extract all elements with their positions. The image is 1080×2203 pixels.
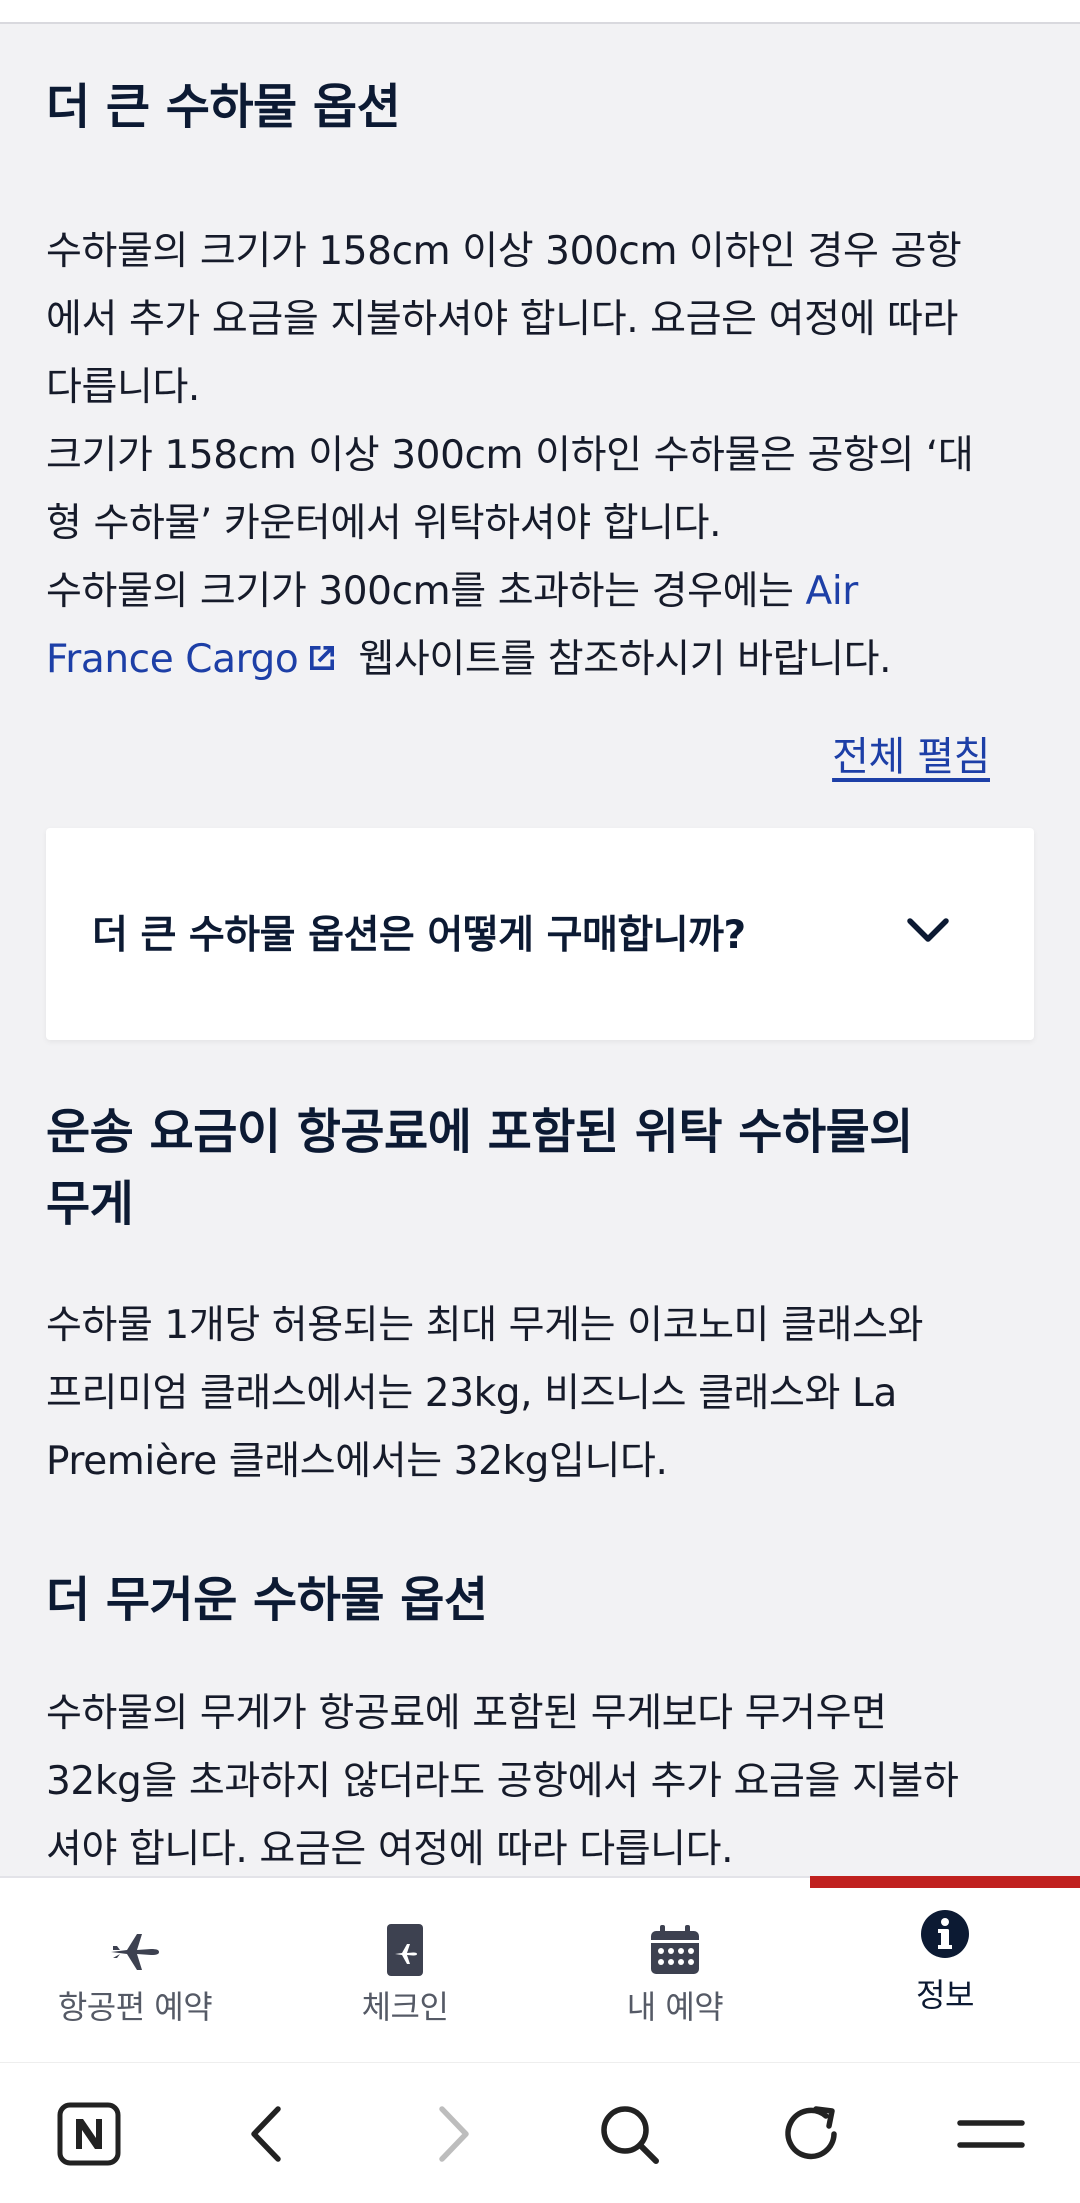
text-line: 에서 추가 요금을 지불하셔야 합니다. 요금은 여정에 따라 — [46, 297, 959, 342]
back-icon[interactable] — [234, 2099, 304, 2169]
heading-line: 운송 요금이 항공료에 포함된 위탁 수하물의 — [46, 1104, 913, 1160]
nav-item-my-bookings[interactable]: 내 예약 — [540, 1878, 810, 2064]
text-line: 형 수하물’ 카운터에서 위탁하셔야 합니다. — [46, 501, 722, 546]
forward-icon[interactable] — [416, 2099, 486, 2169]
weight-heading: 운송 요금이 항공료에 포함된 위탁 수하물의 무게 — [46, 1096, 1036, 1240]
text-line: Première 클래스에서는 32kg입니다. — [46, 1439, 668, 1484]
airplane-icon — [111, 1934, 159, 1970]
faq-accordion-item[interactable]: 더 큰 수하물 옵션은 어떻게 구매합니까? — [46, 828, 1034, 1040]
accordion-question[interactable]: 더 큰 수하물 옵션은 어떻게 구매합니까? — [92, 904, 746, 960]
larger-baggage-text: 수하물의 크기가 158cm 이상 300cm 이하인 경우 공항 에서 추가 … — [46, 218, 1036, 694]
nav-label: 체크인 — [361, 1988, 449, 2026]
text-line-with-link: 수하물의 크기가 300cm를 초과하는 경우에는 Air — [46, 558, 1036, 626]
info-icon — [921, 1910, 969, 1958]
boarding-pass-icon — [387, 1924, 423, 1976]
text-line-with-link: France Cargo 웹사이트를 참조하시기 바랍니다. — [46, 626, 1036, 694]
link-text[interactable]: France Cargo — [46, 637, 299, 682]
larger-baggage-heading: 더 큰 수하물 옵션 — [46, 79, 401, 135]
heavier-baggage-heading: 더 무거운 수하물 옵션 — [46, 1572, 488, 1628]
browser-toolbar — [0, 2062, 1080, 2203]
external-link-icon[interactable] — [304, 640, 340, 676]
bottom-navigation: 항공편 예약 체크인 내 예약 정보 — [0, 1876, 1080, 2062]
text-fragment: 웹사이트를 참조하시기 바랍니다. — [358, 637, 892, 682]
reload-icon[interactable] — [776, 2099, 846, 2169]
text-line: 프리미엄 클래스에서는 23kg, 비즈니스 클래스와 La — [46, 1371, 897, 1416]
air-france-cargo-link[interactable]: Air — [806, 569, 859, 614]
text-line: 수하물 1개당 허용되는 최대 무게는 이코노미 클래스와 — [46, 1303, 923, 1348]
text-line: 32kg을 초과하지 않더라도 공항에서 추가 요금을 지불하 — [46, 1759, 959, 1804]
nav-item-check-in[interactable]: 체크인 — [270, 1878, 540, 2064]
text-line: 다릅니다. — [46, 365, 200, 410]
chevron-down-icon[interactable] — [906, 916, 950, 946]
text-line: 셔야 합니다. 요금은 여정에 따라 다릅니다. — [46, 1827, 734, 1872]
heavier-baggage-text: 수하물의 무게가 항공료에 포함된 무게보다 무거우면 32kg을 초과하지 않… — [46, 1680, 1036, 1884]
weight-text: 수하물 1개당 허용되는 최대 무게는 이코노미 클래스와 프리미엄 클래스에서… — [46, 1292, 1036, 1496]
text-line: 수하물의 무게가 항공료에 포함된 무게보다 무거우면 — [46, 1691, 887, 1736]
nav-label: 항공편 예약 — [57, 1988, 213, 2026]
top-divider — [0, 0, 1080, 24]
text-fragment: 수하물의 크기가 300cm를 초과하는 경우에는 — [46, 569, 806, 614]
nav-item-book-flight[interactable]: 항공편 예약 — [0, 1878, 270, 2064]
heading-line: 무게 — [46, 1176, 134, 1232]
nav-label: 정보 — [916, 1976, 974, 2014]
calendar-icon — [651, 1925, 699, 1974]
air-france-cargo-link-cont[interactable]: France Cargo — [46, 637, 358, 682]
nav-label: 내 예약 — [626, 1988, 724, 2026]
menu-icon[interactable] — [956, 2099, 1026, 2169]
naver-home-icon[interactable] — [54, 2099, 124, 2169]
expand-all-link[interactable]: 전체 펼침 — [832, 724, 990, 782]
search-icon[interactable] — [594, 2099, 664, 2169]
nav-item-info[interactable]: 정보 — [810, 1878, 1080, 2064]
text-line: 크기가 158cm 이상 300cm 이하인 수하물은 공항의 ‘대 — [46, 433, 974, 478]
text-line: 수하물의 크기가 158cm 이상 300cm 이하인 경우 공항 — [46, 229, 962, 274]
